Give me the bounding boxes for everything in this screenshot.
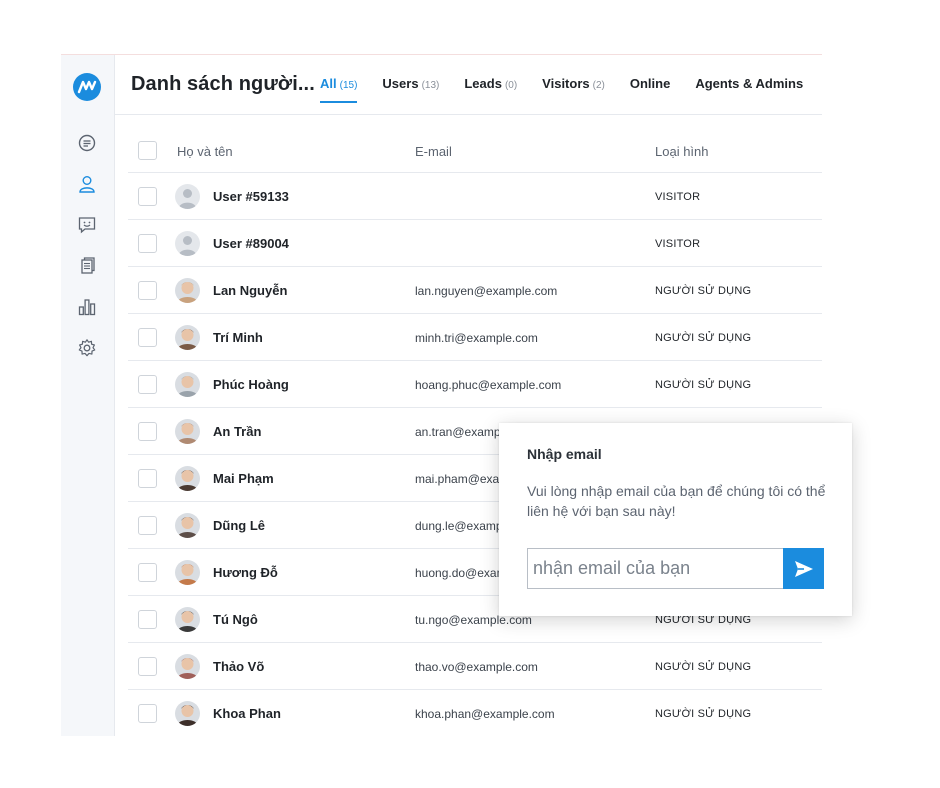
row-checkbox[interactable] bbox=[138, 234, 157, 253]
user-name[interactable]: Khoa Phan bbox=[213, 706, 281, 721]
column-header-type[interactable]: Loại hình bbox=[655, 144, 709, 159]
user-name[interactable]: Phúc Hoàng bbox=[213, 377, 289, 392]
message-smile-icon[interactable] bbox=[75, 213, 99, 237]
select-all-checkbox[interactable] bbox=[138, 141, 157, 160]
column-header-email[interactable]: E-mail bbox=[415, 144, 452, 159]
user-email: hoang.phuc@example.com bbox=[415, 378, 562, 392]
avatar bbox=[175, 372, 200, 397]
tab-online[interactable]: Online bbox=[630, 55, 670, 115]
avatar bbox=[175, 654, 200, 679]
tab-bar: All (15) Users (13) Leads (0) Visitors (2) O… bbox=[320, 55, 822, 115]
user-icon[interactable] bbox=[75, 172, 99, 196]
table-row[interactable]: Khoa Phan khoa.phan@example.com NGƯỜI SỬ D… bbox=[128, 690, 822, 736]
column-header-name[interactable]: Họ và tên bbox=[177, 144, 233, 159]
tab-count: (15) bbox=[339, 80, 358, 91]
tab-all[interactable]: All (15) bbox=[320, 55, 358, 115]
user-type: NGƯỜI SỬ DỤNG bbox=[655, 661, 752, 673]
avatar bbox=[175, 325, 200, 350]
user-type: VISITOR bbox=[655, 238, 701, 250]
send-button[interactable] bbox=[783, 548, 824, 589]
row-checkbox[interactable] bbox=[138, 281, 157, 300]
user-type: NGƯỜI SỬ DỤNG bbox=[655, 332, 752, 344]
send-icon bbox=[794, 560, 813, 577]
tab-visitors[interactable]: Visitors (2) bbox=[542, 55, 605, 115]
chat-icon[interactable] bbox=[75, 131, 99, 155]
documents-icon[interactable] bbox=[75, 254, 99, 278]
row-checkbox[interactable] bbox=[138, 610, 157, 629]
user-email: khoa.phan@example.com bbox=[415, 707, 555, 721]
tab-count: (0) bbox=[504, 80, 518, 91]
table-header-row: Họ và tên E-mail Loại hình bbox=[128, 115, 822, 173]
avatar bbox=[175, 560, 200, 585]
tab-users[interactable]: Users (13) bbox=[382, 55, 439, 115]
row-checkbox[interactable] bbox=[138, 704, 157, 723]
user-name[interactable]: Trí Minh bbox=[213, 330, 263, 345]
table-row[interactable]: User #89004 VISITOR bbox=[128, 220, 822, 267]
user-type: VISITOR bbox=[655, 191, 701, 203]
avatar bbox=[175, 278, 200, 303]
avatar bbox=[175, 607, 200, 632]
user-name[interactable]: User #59133 bbox=[213, 189, 289, 204]
row-checkbox[interactable] bbox=[138, 563, 157, 582]
user-email: thao.vo@example.com bbox=[415, 660, 538, 674]
row-checkbox[interactable] bbox=[138, 422, 157, 441]
table-row[interactable]: Thảo Võ thao.vo@example.com NGƯỜI SỬ DỤNG bbox=[128, 643, 822, 690]
email-input[interactable] bbox=[527, 548, 783, 589]
user-name[interactable]: Tú Ngô bbox=[213, 612, 258, 627]
default-avatar-icon bbox=[175, 231, 200, 256]
user-name[interactable]: Dũng Lê bbox=[213, 518, 265, 533]
tab-leads[interactable]: Leads (0) bbox=[464, 55, 517, 115]
table-row[interactable]: Phúc Hoàng hoang.phuc@example.com NGƯỜI SỬ… bbox=[128, 361, 822, 408]
row-checkbox[interactable] bbox=[138, 657, 157, 676]
page-title: Danh sách người... bbox=[131, 73, 315, 95]
email-capture-popup: Nhập email Vui lòng nhập email của bạn đ… bbox=[499, 423, 852, 616]
row-checkbox[interactable] bbox=[138, 375, 157, 394]
user-name[interactable]: Thảo Võ bbox=[213, 659, 264, 674]
tab-count: (13) bbox=[421, 80, 440, 91]
avatar bbox=[175, 701, 200, 726]
user-name[interactable]: User #89004 bbox=[213, 236, 289, 251]
avatar bbox=[175, 419, 200, 444]
table-row[interactable]: Trí Minh minh.tri@example.com NGƯỜI SỬ DỤN… bbox=[128, 314, 822, 361]
row-checkbox[interactable] bbox=[138, 328, 157, 347]
user-type: NGƯỜI SỬ DỤNG bbox=[655, 379, 752, 391]
table-row[interactable]: User #59133 VISITOR bbox=[128, 173, 822, 220]
user-name[interactable]: Hương Đỗ bbox=[213, 565, 278, 580]
gear-icon[interactable] bbox=[75, 336, 99, 360]
user-name[interactable]: Lan Nguyễn bbox=[213, 283, 287, 298]
popup-title: Nhập email bbox=[527, 446, 602, 462]
user-name[interactable]: An Trần bbox=[213, 424, 261, 439]
user-email: lan.nguyen@example.com bbox=[415, 284, 558, 298]
tab-agents-admins[interactable]: Agents & Admins bbox=[695, 55, 803, 115]
avatar bbox=[175, 466, 200, 491]
app-logo[interactable] bbox=[73, 73, 101, 101]
sidebar bbox=[61, 55, 115, 736]
tab-count: (2) bbox=[592, 80, 605, 91]
user-type: NGƯỜI SỬ DỤNG bbox=[655, 285, 752, 297]
row-checkbox[interactable] bbox=[138, 469, 157, 488]
table-row[interactable]: Lan Nguyễn lan.nguyen@example.com NGƯỜI SỬ… bbox=[128, 267, 822, 314]
header: Danh sách người... All (15) Users (13) Lea… bbox=[115, 55, 822, 115]
user-name[interactable]: Mai Phạm bbox=[213, 471, 274, 486]
app-window: Danh sách người... All (15) Users (13) Lea… bbox=[61, 54, 822, 736]
user-email: minh.tri@example.com bbox=[415, 331, 538, 345]
popup-message: Vui lòng nhập email của bạn để chúng tôi… bbox=[527, 483, 826, 519]
avatar bbox=[175, 513, 200, 538]
logo-icon bbox=[77, 80, 97, 94]
user-type: NGƯỜI SỬ DỤNG bbox=[655, 708, 752, 720]
bar-chart-icon[interactable] bbox=[75, 295, 99, 319]
row-checkbox[interactable] bbox=[138, 516, 157, 535]
default-avatar-icon bbox=[175, 184, 200, 209]
row-checkbox[interactable] bbox=[138, 187, 157, 206]
